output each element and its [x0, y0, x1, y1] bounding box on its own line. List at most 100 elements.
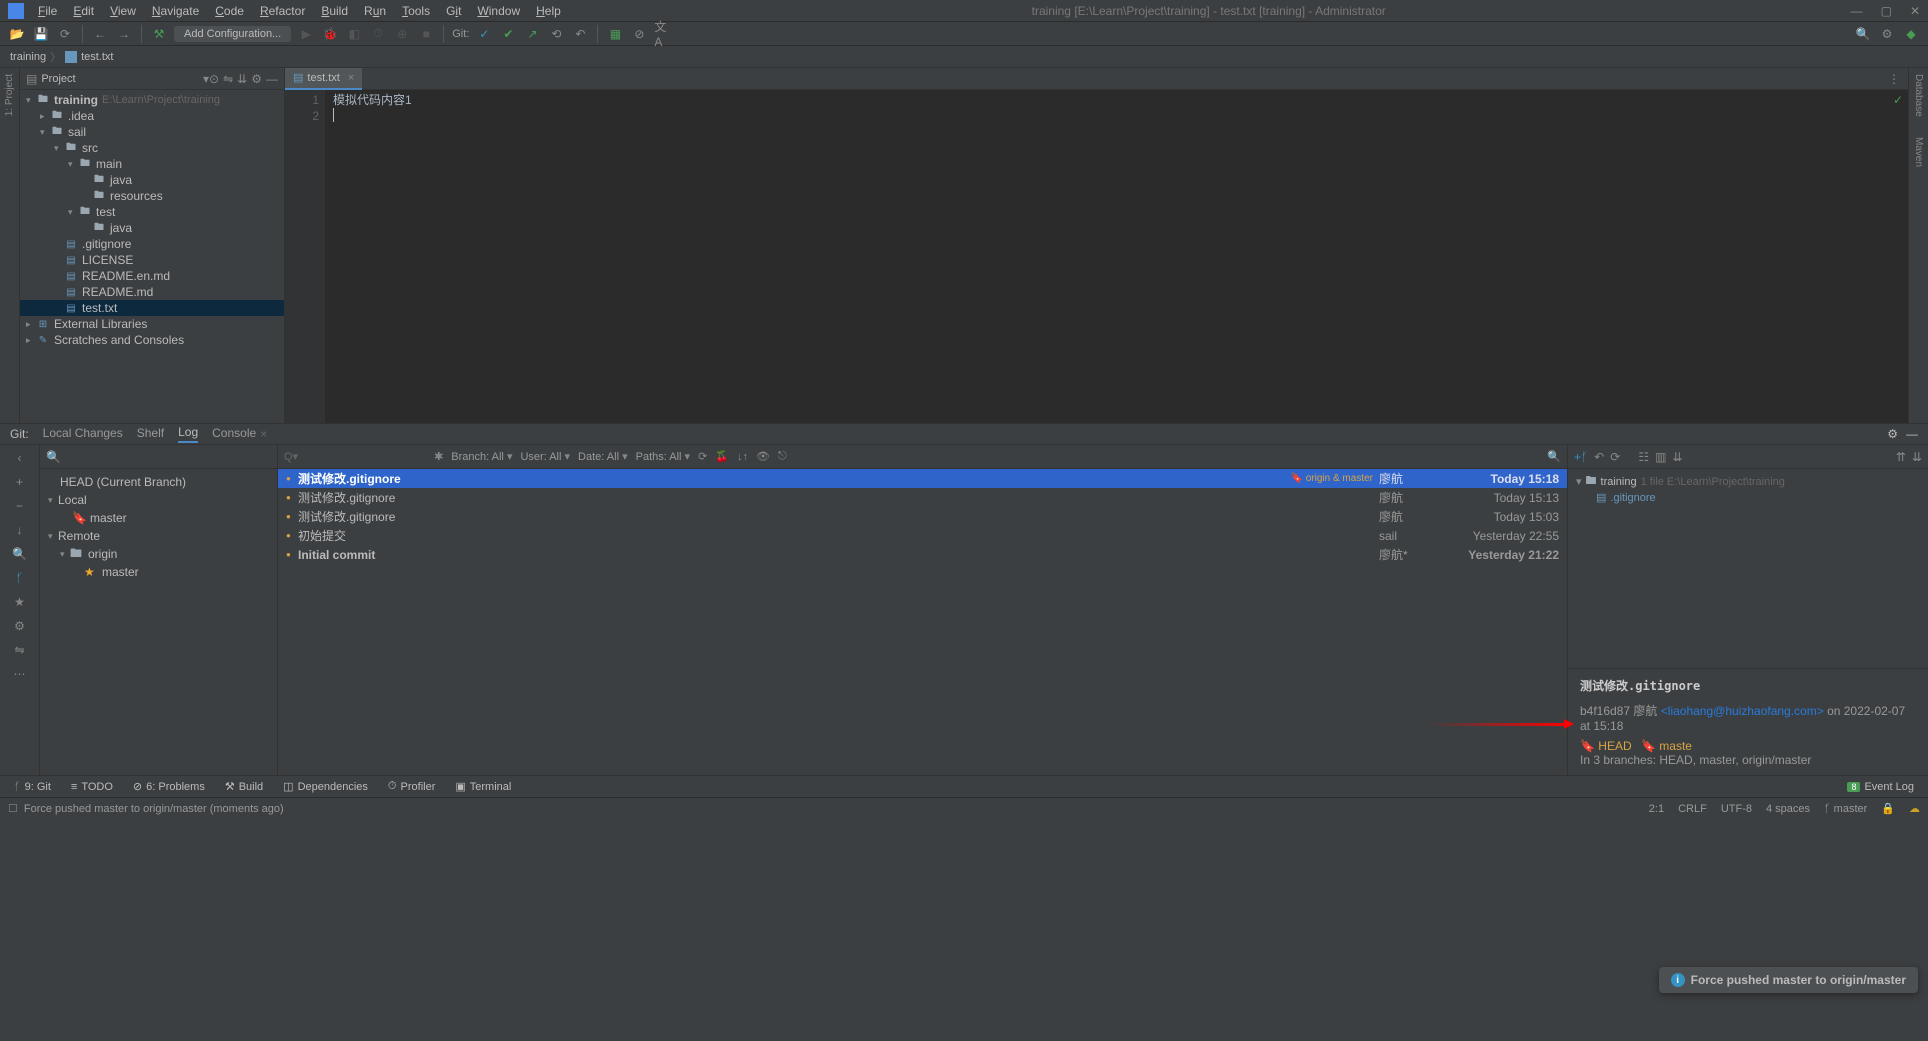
attach-icon[interactable]: ⊕ [393, 25, 411, 43]
search-everywhere-icon[interactable]: 🔍 [1854, 25, 1872, 43]
expand-all-icon[interactable]: ⇊ [1912, 450, 1922, 464]
maven-tool-button[interactable]: Maven [1913, 137, 1924, 167]
rollback-icon[interactable]: ↶ [571, 25, 589, 43]
compare-icon[interactable]: ⇋ [14, 643, 24, 657]
tree-row[interactable]: ▤LICENSE [20, 252, 284, 268]
tab-local-changes[interactable]: Local Changes [43, 426, 123, 442]
eye-icon[interactable]: 👁 [756, 450, 770, 463]
tree-row[interactable]: ▤test.txt [20, 300, 284, 316]
save-icon[interactable]: 💾 [32, 25, 50, 43]
log-row[interactable]: ●测试修改.gitignore廖航Today 15:13 [278, 488, 1567, 507]
close-icon[interactable]: ✕ [1910, 4, 1920, 18]
tree-row[interactable]: ▾🖿src [20, 140, 284, 156]
remote-origin[interactable]: ▾🖿origin [40, 545, 277, 563]
close-console-tab-icon[interactable]: × [260, 427, 267, 441]
editor[interactable]: 1 2 模拟代码内容1 [285, 90, 1908, 423]
sort-icon[interactable]: ↓↑ [737, 451, 748, 463]
terminal-tool-button[interactable]: ▣Terminal [447, 780, 519, 793]
settings-gear-icon[interactable]: ⚙ [1878, 25, 1896, 43]
file-encoding[interactable]: UTF-8 [1721, 803, 1752, 815]
event-log-button[interactable]: 8Event Log [1839, 781, 1922, 793]
head-branch-row[interactable]: HEAD (Current Branch) [40, 473, 277, 491]
menu-navigate[interactable]: Navigate [146, 2, 205, 20]
project-header-label[interactable]: Project [41, 73, 203, 85]
log-list[interactable]: ●测试修改.gitignore🔖 origin & master廖航Today … [278, 469, 1567, 775]
hammer-icon[interactable]: ⚒ [150, 25, 168, 43]
tree-row[interactable]: ▸✎Scratches and Consoles [20, 332, 284, 348]
editor-tab-test-txt[interactable]: ▤ test.txt × [285, 68, 362, 90]
open-icon[interactable]: 📂 [8, 25, 26, 43]
translate-icon[interactable]: 文A [654, 25, 672, 43]
tree-row[interactable]: 🖿resources [20, 188, 284, 204]
tree-row[interactable]: 🖿java [20, 172, 284, 188]
log-row[interactable]: ●初始提交sailYesterday 22:55 [278, 526, 1567, 545]
minimize-icon[interactable]: — [1851, 4, 1863, 18]
tree-row[interactable]: ▤.gitignore [20, 236, 284, 252]
gear-icon[interactable]: ⚙ [1887, 427, 1898, 441]
hide-icon[interactable]: — [266, 72, 278, 86]
close-tab-icon[interactable]: × [348, 72, 354, 84]
refresh-icon[interactable]: ⟳ [698, 450, 707, 463]
filter-regex-icon[interactable]: ✱ [434, 450, 443, 463]
intellisort-icon[interactable]: ⎋ [778, 450, 787, 463]
services-icon[interactable]: ⊘ [630, 25, 648, 43]
back-icon[interactable]: ‹ [18, 451, 22, 465]
indent-settings[interactable]: 4 spaces [1766, 803, 1810, 815]
push-icon[interactable]: ↗ [523, 25, 541, 43]
debug-icon[interactable]: 🐞 [321, 25, 339, 43]
tree-row[interactable]: ▸🖿.idea [20, 108, 284, 124]
tree-row[interactable]: ▤README.md [20, 284, 284, 300]
search-icon[interactable]: 🔍 [12, 547, 27, 561]
tab-console[interactable]: Console [212, 426, 256, 442]
tree-row[interactable]: ▾🖿sail [20, 124, 284, 140]
tree-row[interactable]: ▾🖿test [20, 204, 284, 220]
refresh-icon[interactable]: ⟳ [1610, 450, 1620, 464]
search-icon[interactable]: 🔍 [46, 450, 61, 464]
new-changelist-icon[interactable]: +ᚶ [1574, 450, 1588, 464]
tab-options-icon[interactable]: ⋮ [1888, 72, 1900, 86]
back-icon[interactable]: ← [91, 25, 109, 43]
menu-window[interactable]: Window [471, 2, 526, 20]
menu-view[interactable]: View [104, 2, 142, 20]
tab-shelf[interactable]: Shelf [137, 426, 164, 442]
find-icon[interactable]: 🔍 [1547, 450, 1561, 463]
forward-icon[interactable]: → [115, 25, 133, 43]
commit-icon[interactable]: ✔ [499, 25, 517, 43]
coverage-icon[interactable]: ◧ [345, 25, 363, 43]
log-row[interactable]: ●测试修改.gitignore🔖 origin & master廖航Today … [278, 469, 1567, 488]
tree-row[interactable]: ▾🖿main [20, 156, 284, 172]
menu-run[interactable]: Run [358, 2, 392, 20]
branch-filter[interactable]: Branch: All ▾ [451, 450, 512, 463]
tab-log[interactable]: Log [178, 425, 198, 443]
user-filter[interactable]: User: All ▾ [520, 450, 570, 463]
tree-row[interactable]: ▾🖿trainingE:\Learn\Project\training [20, 92, 284, 108]
log-row[interactable]: ●Initial commit廖航*Yesterday 21:22 [278, 545, 1567, 564]
log-row[interactable]: ●测试修改.gitignore廖航Today 15:03 [278, 507, 1567, 526]
git-branch-status[interactable]: ᚶ master [1824, 803, 1867, 815]
more-icon[interactable]: ⋯ [14, 667, 26, 681]
dependencies-tool-button[interactable]: ◫Dependencies [275, 780, 376, 793]
profiler-tool-button[interactable]: ⏱Profiler [380, 780, 443, 793]
todo-tool-button[interactable]: ≡TODO [63, 781, 121, 793]
ai-icon[interactable]: ▦ [606, 25, 624, 43]
commit-email[interactable]: <liaohang@huizhaofang.com> [1661, 704, 1824, 718]
menu-help[interactable]: Help [530, 2, 567, 20]
branch-icon[interactable]: ᚶ [16, 571, 23, 585]
maximize-icon[interactable]: ▢ [1881, 4, 1892, 18]
changed-files-root[interactable]: ▾ 🖿 training 1 file E:\Learn\Project\tra… [1576, 472, 1920, 491]
line-separator[interactable]: CRLF [1678, 803, 1707, 815]
stop-icon[interactable]: ■ [417, 25, 435, 43]
menu-file[interactable]: File [32, 2, 63, 20]
lock-icon[interactable]: 🔒 [1881, 802, 1895, 815]
breadcrumb-file[interactable]: test.txt [81, 51, 113, 63]
local-branch-master[interactable]: 🔖master [40, 509, 277, 527]
cherry-pick-icon[interactable]: 🍒 [715, 450, 729, 463]
menu-git[interactable]: Git [440, 2, 467, 20]
date-filter[interactable]: Date: All ▾ [578, 450, 628, 463]
run-icon[interactable]: ▶ [297, 25, 315, 43]
profile-icon[interactable]: ⏱ [369, 25, 387, 43]
inspection-ok-icon[interactable]: ✓ [1893, 93, 1903, 107]
hide-icon[interactable]: — [1906, 427, 1918, 441]
add-icon[interactable]: + [16, 475, 23, 489]
group-by-icon[interactable]: ☷ [1638, 450, 1649, 464]
